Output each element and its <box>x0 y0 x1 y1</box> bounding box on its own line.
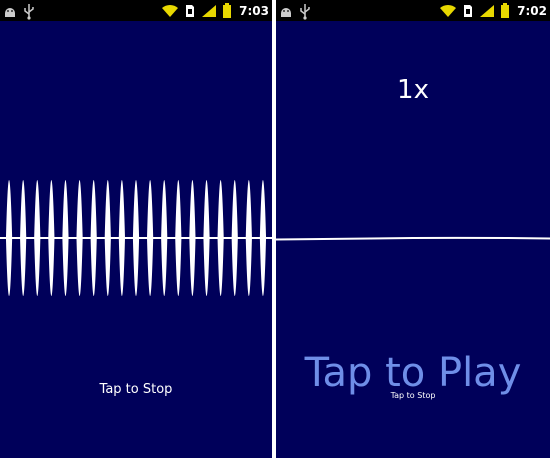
android-debug-icon <box>281 8 291 17</box>
sdcard-icon <box>186 5 195 17</box>
wifi-icon <box>162 4 179 17</box>
tap-to-stop-label: Tap to Stop <box>390 391 436 400</box>
usb-icon <box>300 4 310 20</box>
status-bar: 7:02 <box>276 0 550 21</box>
tap-to-play-button[interactable]: Tap to Play <box>276 350 550 396</box>
waveform <box>0 180 272 296</box>
right-screen[interactable]: 7:02 1x Tap to Play Tap to Stop <box>276 0 550 458</box>
waveform-flat <box>276 236 550 241</box>
signal-icon <box>480 5 495 17</box>
clock: 7:02 <box>517 3 547 18</box>
battery-icon <box>223 3 232 18</box>
android-debug-icon <box>5 8 15 17</box>
battery-icon <box>501 3 510 18</box>
left-screen[interactable]: 7:03 Tap to Stop <box>0 0 272 458</box>
usb-icon <box>24 4 34 20</box>
signal-icon <box>202 5 217 17</box>
status-bar: 7:03 <box>0 0 272 21</box>
sdcard-icon <box>464 5 473 17</box>
tap-to-stop-label[interactable]: Tap to Stop <box>0 382 272 397</box>
speed-multiplier[interactable]: 1x <box>276 75 550 105</box>
clock: 7:03 <box>239 3 269 18</box>
wifi-icon <box>440 4 457 17</box>
